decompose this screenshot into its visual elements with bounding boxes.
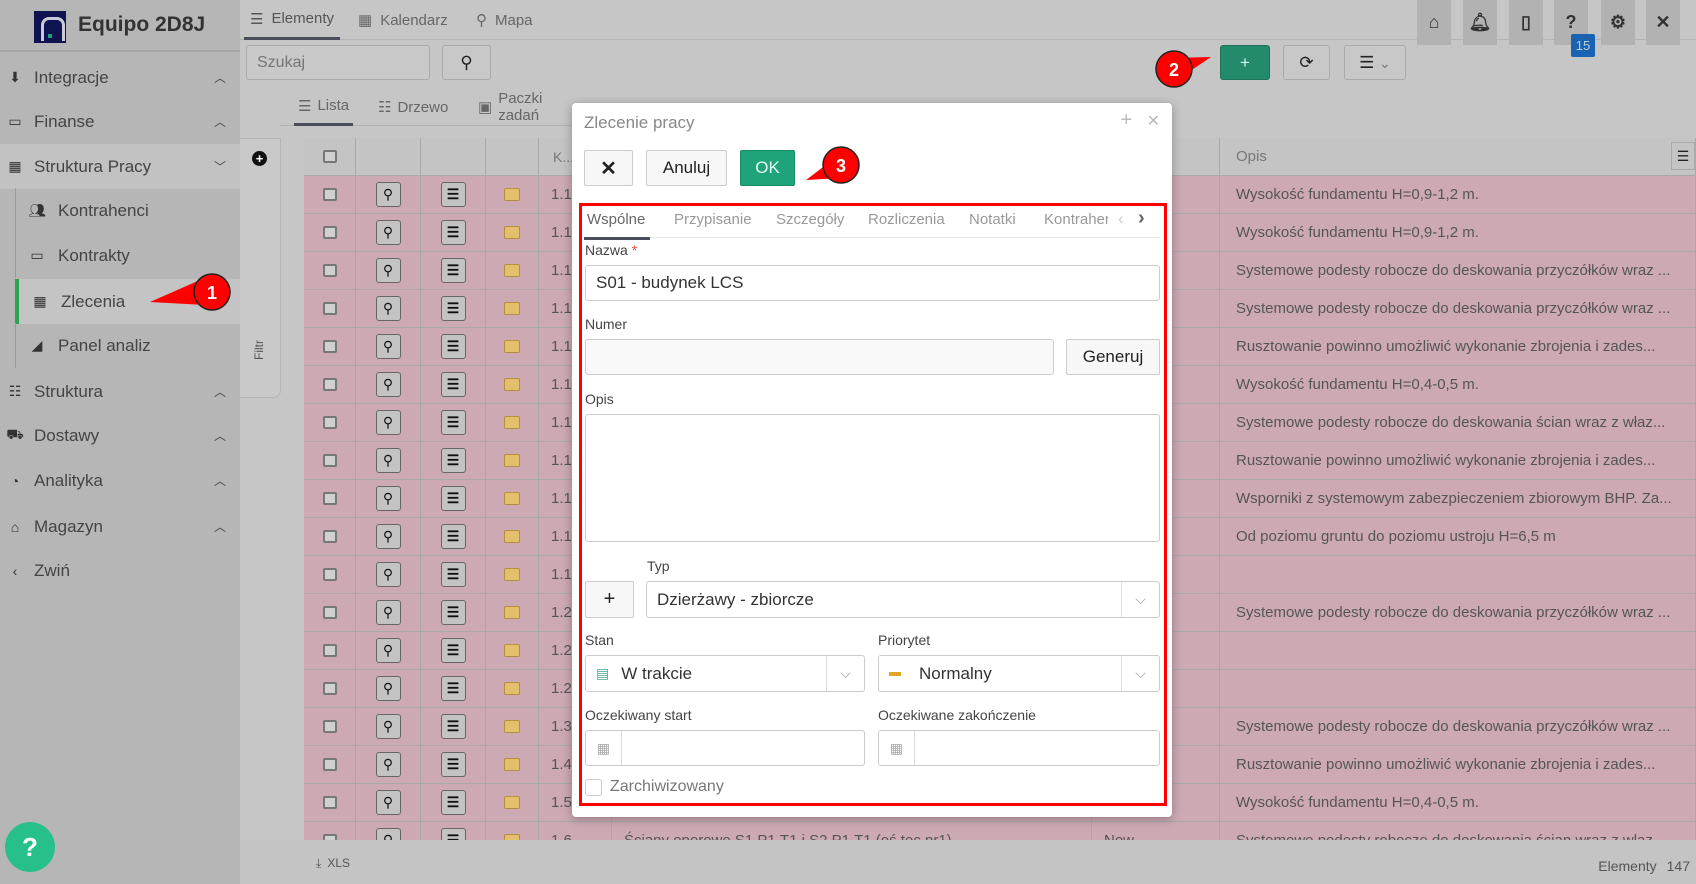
annotation-layer: 1 2 3 [150,50,1211,311]
callout-1: 1 [150,273,231,311]
callout-number: 1 [207,283,217,303]
callout-number: 3 [836,156,846,176]
callout-2: 2 [1155,50,1211,88]
callout-3: 3 [806,146,860,184]
callout-number: 2 [1169,60,1179,80]
